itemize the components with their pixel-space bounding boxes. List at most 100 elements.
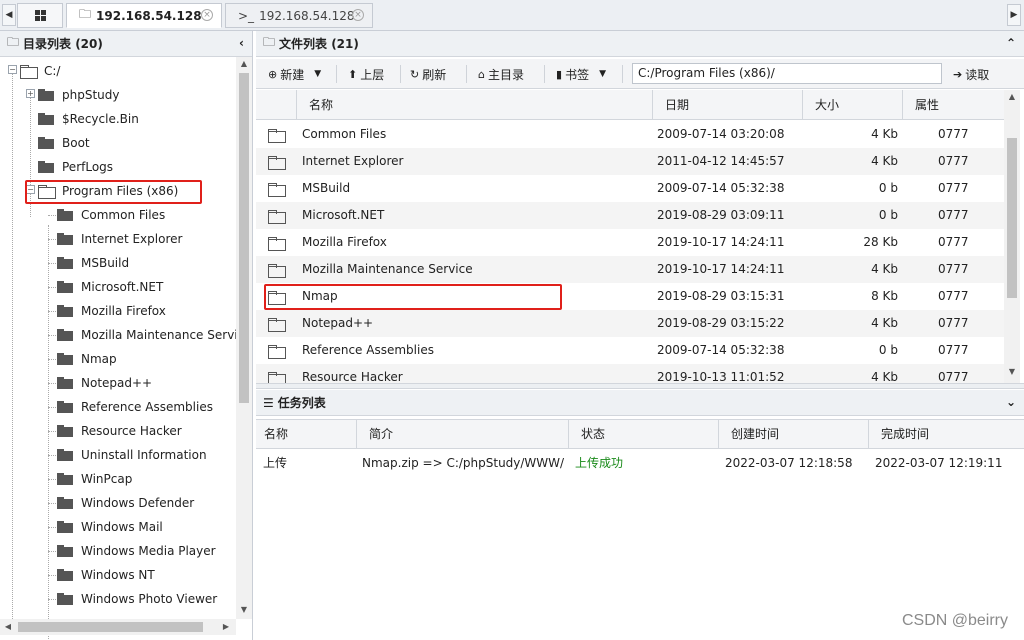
- tab-scroll-right-button[interactable]: ▶: [1007, 4, 1021, 26]
- tree-item[interactable]: Uninstall Information: [57, 443, 207, 467]
- column-header-name[interactable]: 名称: [256, 420, 356, 449]
- column-header-created[interactable]: 创建时间: [718, 420, 868, 449]
- tree-item-boot[interactable]: Boot: [38, 131, 90, 155]
- task-row[interactable]: 上传 Nmap.zip => C:/phpStudy/WWW/ 上传成功 202…: [256, 449, 1024, 477]
- panel-splitter[interactable]: [256, 383, 1024, 389]
- tree-item-label: Windows Photo Viewer: [81, 592, 218, 606]
- tree-item-root[interactable]: C:/: [20, 59, 60, 83]
- tree-item-label: Mozilla Maintenance Servic: [81, 328, 236, 342]
- file-name: Mozilla Firefox: [302, 235, 387, 249]
- tree-item[interactable]: WinPcap: [57, 467, 132, 491]
- tab-scroll-left-button[interactable]: ◀: [2, 4, 16, 26]
- scrollbar-thumb[interactable]: [239, 73, 249, 403]
- new-button[interactable]: ⊕ 新建 ▼: [268, 64, 321, 84]
- file-size: 0 b: [878, 181, 898, 195]
- tree-item[interactable]: Microsoft.NET: [57, 275, 163, 299]
- tree-item-recycle-bin[interactable]: $Recycle.Bin: [38, 107, 139, 131]
- up-level-button[interactable]: ⬆ 上层: [348, 64, 384, 84]
- tab-file-manager[interactable]: 🗀 192.168.54.128 ×: [66, 3, 222, 28]
- file-row[interactable]: Resource Hacker 2019-10-13 11:01:52 4 Kb 07…: [256, 364, 1004, 383]
- collapse-left-icon[interactable]: ‹: [239, 36, 244, 50]
- close-icon[interactable]: ×: [352, 9, 364, 21]
- tree-item[interactable]: Nmap: [57, 347, 117, 371]
- file-date: 2019-10-17 14:24:11: [657, 262, 785, 276]
- folder-icon: [57, 473, 73, 485]
- tree-item[interactable]: Windows Defender: [57, 491, 194, 515]
- folder-icon: [57, 233, 73, 245]
- tree-item-perflogs[interactable]: PerfLogs: [38, 155, 113, 179]
- tree-item[interactable]: Mozilla Maintenance Servic: [57, 323, 236, 347]
- tree-item[interactable]: Windows Photo Viewer: [57, 587, 217, 611]
- folder-icon: 🗀: [79, 7, 92, 21]
- column-header-attr[interactable]: 属性: [902, 90, 1002, 120]
- column-header-status[interactable]: 状态: [568, 420, 718, 449]
- bookmark-button[interactable]: ▮ 书签 ▼: [556, 64, 606, 84]
- file-row[interactable]: Microsoft.NET 2019-08-29 03:09:11 0 b 0777: [256, 202, 1004, 229]
- file-size: 28 Kb: [863, 235, 898, 249]
- file-row[interactable]: Mozilla Maintenance Service 2019-10-17 14…: [256, 256, 1004, 283]
- tree-item-label: Nmap: [81, 352, 117, 366]
- file-row[interactable]: Mozilla Firefox 2019-10-17 14:24:11 28 Kb 0…: [256, 229, 1004, 256]
- tree-item[interactable]: Common Files: [57, 203, 165, 227]
- tree-item-label: WinPcap: [81, 472, 133, 486]
- task-name: 上传: [263, 456, 288, 470]
- column-header-finished[interactable]: 完成时间: [868, 420, 1024, 449]
- arrow-right-icon: ➔: [953, 67, 963, 81]
- file-row[interactable]: Notepad++ 2019-08-29 03:15:22 4 Kb 0777: [256, 310, 1004, 337]
- grid-icon: [34, 10, 46, 21]
- tree-item[interactable]: Windows Media Player: [57, 539, 216, 563]
- folder-icon: [57, 497, 73, 509]
- tree-item-phpstudy[interactable]: phpStudy: [38, 83, 120, 107]
- folder-icon: [268, 237, 286, 251]
- home-dir-button[interactable]: ⌂ 主目录: [478, 64, 524, 84]
- tree-item[interactable]: Windows NT: [57, 563, 155, 587]
- scrollbar-thumb[interactable]: [1007, 138, 1017, 298]
- home-tab[interactable]: [17, 3, 63, 28]
- chevron-down-icon[interactable]: ⌄: [1006, 395, 1016, 409]
- file-list-vertical-scrollbar[interactable]: ▲ ▼: [1004, 90, 1020, 383]
- close-icon[interactable]: ×: [201, 9, 213, 21]
- file-name: Notepad++: [302, 316, 374, 330]
- folder-icon: 🗀: [7, 35, 20, 49]
- expand-toggle[interactable]: +: [26, 89, 35, 98]
- file-row[interactable]: Common Files 2009-07-14 03:20:08 4 Kb 0777: [256, 121, 1004, 148]
- column-header-size[interactable]: 大小: [802, 90, 902, 120]
- tree-item[interactable]: Notepad++: [57, 371, 152, 395]
- tab-label: 192.168.54.128: [96, 8, 202, 23]
- tree-item[interactable]: Reference Assemblies: [57, 395, 213, 419]
- tree-item-label: Windows Media Player: [81, 544, 216, 558]
- scrollbar-thumb[interactable]: [18, 622, 203, 632]
- folder-icon: [268, 156, 286, 170]
- tree-vertical-scrollbar[interactable]: ▲ ▼: [236, 57, 252, 619]
- file-row[interactable]: MSBuild 2009-07-14 05:32:38 0 b 0777: [256, 175, 1004, 202]
- read-button[interactable]: ➔ 读取: [953, 64, 989, 84]
- folder-icon: [268, 345, 286, 359]
- path-input[interactable]: C:/Program Files (x86)/: [632, 63, 942, 84]
- refresh-button[interactable]: ↻ 刷新: [410, 64, 446, 84]
- directory-panel-header: 🗀 目录列表 (20) ‹: [0, 31, 252, 57]
- collapse-toggle[interactable]: −: [8, 65, 17, 74]
- file-row[interactable]: Reference Assemblies 2009-07-14 05:32:38 0…: [256, 337, 1004, 364]
- column-header-date[interactable]: 日期: [652, 90, 802, 120]
- folder-icon: [268, 183, 286, 197]
- tree-item[interactable]: MSBuild: [57, 251, 129, 275]
- file-list: Common Files 2009-07-14 03:20:08 4 Kb 0777 I…: [256, 121, 1004, 383]
- tree-horizontal-scrollbar[interactable]: ◀ ▶: [0, 619, 236, 635]
- column-header-name[interactable]: 名称: [296, 90, 652, 120]
- collapse-up-icon[interactable]: ⌃: [1006, 36, 1016, 50]
- tree-item[interactable]: Resource Hacker: [57, 419, 182, 443]
- tree-item[interactable]: Internet Explorer: [57, 227, 182, 251]
- file-attr: 0777: [938, 289, 969, 303]
- file-row[interactable]: Internet Explorer 2011-04-12 14:45:57 4 Kb…: [256, 148, 1004, 175]
- tree-item[interactable]: Windows Mail: [57, 515, 163, 539]
- file-toolbar: ⊕ 新建 ▼ ⬆ 上层 ↻ 刷新 ⌂ 主目录 ▮ 书签 ▼ C:/Program…: [256, 59, 1024, 89]
- column-header-desc[interactable]: 简介: [356, 420, 568, 449]
- folder-icon: [57, 305, 73, 317]
- tab-terminal[interactable]: >_ 192.168.54.128 ×: [225, 3, 373, 28]
- tree-item-label: Windows Defender: [81, 496, 195, 510]
- tree-item[interactable]: Mozilla Firefox: [57, 299, 166, 323]
- task-finished: 2022-03-07 12:19:11: [875, 456, 1003, 470]
- folder-icon: [57, 209, 73, 221]
- file-date: 2019-10-17 14:24:11: [657, 235, 785, 249]
- tree-item-label: Notepad++: [81, 376, 153, 390]
